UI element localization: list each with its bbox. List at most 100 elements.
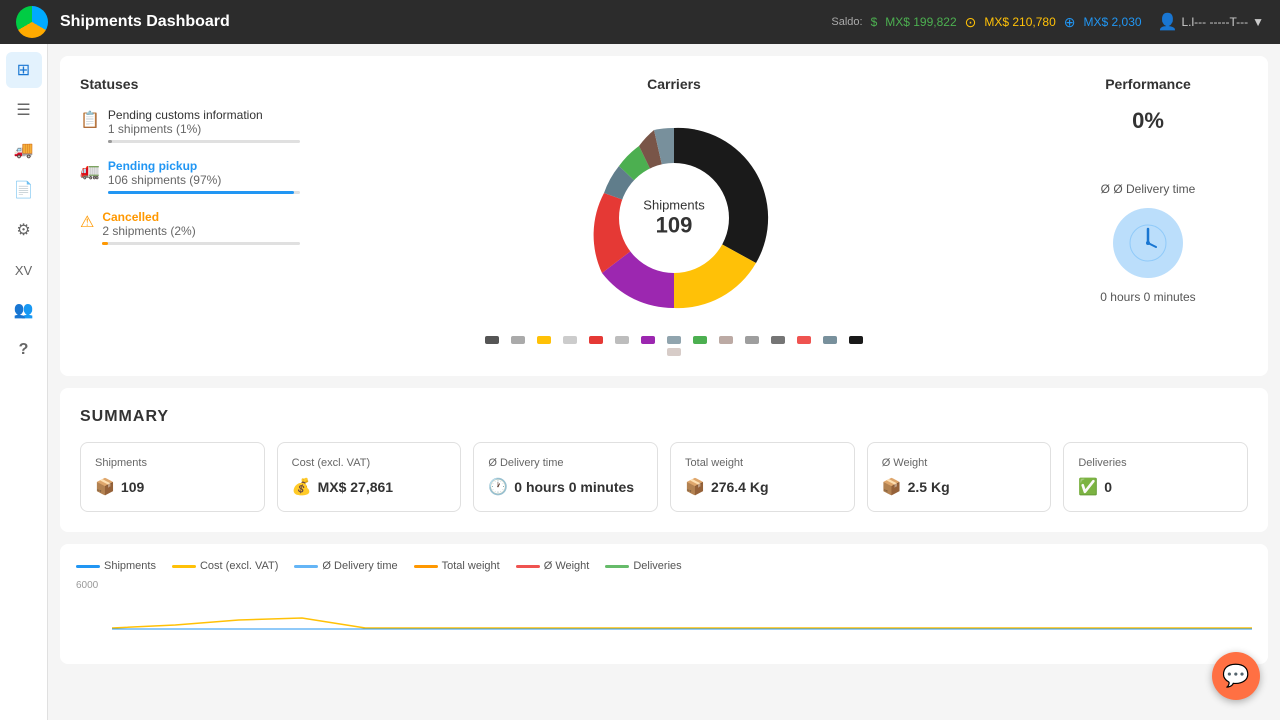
sidebar-item-document[interactable]: 📄 [6, 172, 42, 208]
chart-y-label: 6000 [76, 580, 98, 591]
sidebar-item-users[interactable]: 👥 [6, 292, 42, 328]
legend-item-1 [485, 336, 499, 344]
top-header: Shipments Dashboard Saldo: $ MX$ 199,822… [0, 0, 1280, 44]
content-area: Statuses 📋 Pending customs information 1… [48, 44, 1280, 720]
sidebar-item-key[interactable]: XV [6, 252, 42, 288]
header-left: Shipments Dashboard [16, 6, 230, 38]
customs-name: Pending customs information [108, 108, 300, 122]
chart-line-avg-weight [516, 565, 540, 568]
chart-label-cost: Cost (excl. VAT) [200, 560, 278, 572]
performance-percent: 0% [1132, 108, 1164, 134]
legend-item-15 [849, 336, 863, 344]
legend-dot-6 [615, 336, 629, 344]
pickup-icon: 🚛 [80, 161, 100, 181]
avg-weight-icon: 📦 [882, 477, 902, 497]
sidebar-item-list[interactable]: ☰ [6, 92, 42, 128]
chart-line-shipments [76, 565, 100, 568]
delivery-time-value: 0 hours 0 minutes [1100, 290, 1195, 304]
legend-dot-12 [771, 336, 785, 344]
statuses-column: Statuses 📋 Pending customs information 1… [80, 76, 300, 356]
legend-dot-1 [485, 336, 499, 344]
legend-dot-9 [693, 336, 707, 344]
saldo-yellow-icon: ⊙ [965, 14, 977, 31]
legend-dot-3 [537, 336, 551, 344]
legend-item-9 [693, 336, 707, 344]
donut-center-text: Shipments 109 [643, 198, 704, 239]
dashboard-icon: ⊞ [17, 60, 30, 80]
legend-dot-7 [641, 336, 655, 344]
chart-legend-avg-weight: Ø Weight [516, 560, 590, 572]
saldo-yellow-value: MX$ 210,780 [984, 15, 1055, 29]
summary-cards: Shipments 📦 109 Cost (excl. VAT) 💰 MX$ 2… [80, 442, 1248, 512]
chart-legend-row: Shipments Cost (excl. VAT) Ø Delivery ti… [76, 560, 1252, 572]
page-title: Shipments Dashboard [60, 13, 230, 31]
deliveries-icon: ✅ [1078, 477, 1098, 497]
cancelled-icon: ⚠ [80, 212, 94, 232]
legend-item-13 [797, 336, 811, 344]
user-avatar-icon: 👤 [1158, 12, 1178, 32]
sidebar-item-help[interactable]: ? [6, 332, 42, 368]
chart-label-shipments: Shipments [104, 560, 156, 572]
cancelled-name: Cancelled [102, 210, 300, 224]
help-icon: ? [19, 341, 29, 359]
chart-label-total-weight: Total weight [442, 560, 500, 572]
chart-line-delivery [294, 565, 318, 568]
cancelled-info: Cancelled 2 shipments (2%) [102, 210, 300, 245]
total-weight-label: Total weight [685, 457, 840, 469]
pickup-count: 106 shipments (97%) [108, 173, 300, 187]
legend-item-2 [511, 336, 525, 344]
logo [16, 6, 48, 38]
customs-info: Pending customs information 1 shipments … [108, 108, 300, 143]
legend-dot-16 [667, 348, 681, 356]
legend-item-3 [537, 336, 551, 344]
delivery-value: 🕐 0 hours 0 minutes [488, 477, 643, 497]
user-name: L.l--- -----T--- [1181, 15, 1248, 29]
summary-card-cost: Cost (excl. VAT) 💰 MX$ 27,861 [277, 442, 462, 512]
summary-card-deliveries: Deliveries ✅ 0 [1063, 442, 1248, 512]
sidebar: ⊞ ☰ 🚚 📄 ⚙ XV 👥 ? [0, 44, 48, 720]
saldo-green-value: MX$ 199,822 [885, 15, 956, 29]
legend-item-11 [745, 336, 759, 344]
avg-weight-label: Ø Weight [882, 457, 1037, 469]
key-icon: XV [15, 263, 32, 278]
legend-dot-13 [797, 336, 811, 344]
legend-dot-14 [823, 336, 837, 344]
donut-chart: Shipments 109 [564, 108, 784, 328]
saldo-green-icon: $ [871, 15, 878, 29]
deliveries-label: Deliveries [1078, 457, 1233, 469]
delivery-label: Ø Delivery time [488, 457, 643, 469]
total-weight-icon: 📦 [685, 477, 705, 497]
sidebar-item-dashboard[interactable]: ⊞ [6, 52, 42, 88]
chart-legend-shipments: Shipments [76, 560, 156, 572]
chart-section: Shipments Cost (excl. VAT) Ø Delivery ti… [60, 544, 1268, 664]
chat-button[interactable]: 💬 [1212, 652, 1260, 700]
sidebar-item-settings[interactable]: ⚙ [6, 212, 42, 248]
main-layout: ⊞ ☰ 🚚 📄 ⚙ XV 👥 ? Statuses [0, 44, 1280, 720]
cost-label: Cost (excl. VAT) [292, 457, 447, 469]
performance-column: Performance 0% Ø Ø Delivery time 0 hours… [1048, 76, 1248, 356]
avg-weight-value: 📦 2.5 Kg [882, 477, 1037, 497]
sidebar-item-truck[interactable]: 🚚 [6, 132, 42, 168]
legend-item-7 [641, 336, 655, 344]
pickup-info: Pending pickup 106 shipments (97%) [108, 159, 300, 194]
total-weight-value: 📦 276.4 Kg [685, 477, 840, 497]
chart-legend-cost: Cost (excl. VAT) [172, 560, 278, 572]
chart-area-wrapper: 6000 [76, 580, 1252, 635]
legend-dot-10 [719, 336, 733, 344]
legend-item-10 [719, 336, 733, 344]
user-menu[interactable]: 👤 L.l--- -----T--- ▼ [1158, 12, 1264, 32]
status-customs: 📋 Pending customs information 1 shipment… [80, 108, 300, 143]
summary-title: SUMMARY [80, 408, 1248, 426]
chart-label-delivery: Ø Delivery time [322, 560, 397, 572]
donut-center-value: 109 [643, 213, 704, 239]
legend-dot-11 [745, 336, 759, 344]
chart-line-deliveries [605, 565, 629, 568]
settings-icon: ⚙ [16, 220, 30, 240]
cost-icon: 💰 [292, 477, 312, 497]
pickup-bar [108, 191, 300, 194]
legend-dot-2 [511, 336, 525, 344]
truck-icon: 🚚 [14, 140, 34, 160]
legend-item-14 [823, 336, 837, 344]
summary-card-delivery: Ø Delivery time 🕐 0 hours 0 minutes [473, 442, 658, 512]
customs-bar [108, 140, 300, 143]
